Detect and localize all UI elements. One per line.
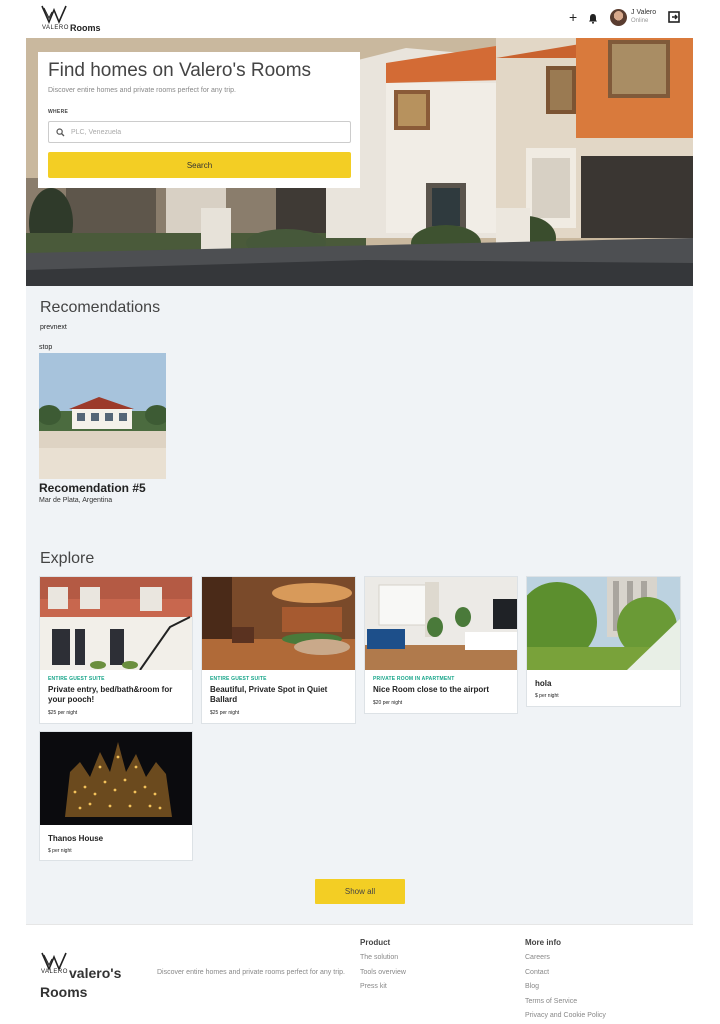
- recommendation-location: Mar de Plata, Argentina: [39, 497, 113, 504]
- listing-card[interactable]: ENTIRE GUEST SUITE Private entry, bed/ba…: [39, 576, 193, 724]
- listing-image[interactable]: [527, 577, 680, 670]
- listing-type: PRIVATE ROOM IN APARTMENT: [373, 676, 455, 682]
- hero-banner: Find homes on Valero's Rooms Discover en…: [26, 38, 693, 286]
- footer-link[interactable]: Terms of Service: [525, 995, 606, 1010]
- top-header: VALERO Rooms + J Valero Online: [0, 0, 720, 38]
- prev-button[interactable]: prev: [40, 324, 54, 331]
- listing-card[interactable]: ENTIRE GUEST SUITE Beautiful, Private Sp…: [201, 576, 356, 724]
- stop-button[interactable]: stop: [39, 344, 52, 351]
- footer-brand-line2: Rooms: [40, 984, 88, 1000]
- listing-image[interactable]: [40, 732, 192, 825]
- footer-more-column: More info Careers Contact Blog Terms of …: [525, 938, 606, 1024]
- listing-image[interactable]: [40, 577, 192, 670]
- footer-more-title: More info: [525, 938, 561, 947]
- where-label: WHERE: [48, 109, 69, 115]
- brand-rooms-text: Rooms: [70, 23, 101, 33]
- listing-price: $ per night: [535, 693, 559, 699]
- avatar[interactable]: [610, 9, 627, 26]
- main-content: Recomendations prevnext stop Recomendati…: [26, 286, 693, 924]
- search-card: Find homes on Valero's Rooms Discover en…: [38, 52, 360, 188]
- footer-description: Discover entire homes and private rooms …: [157, 969, 345, 976]
- footer-link[interactable]: The solution: [360, 951, 406, 966]
- carousel-controls: prevnext: [40, 324, 67, 331]
- next-button[interactable]: next: [54, 324, 67, 331]
- footer-link[interactable]: Blog: [525, 980, 606, 995]
- listing-price: $25 per night: [210, 710, 240, 716]
- footer-link[interactable]: Press kit: [360, 980, 406, 995]
- user-status: Online: [631, 18, 649, 24]
- footer-link[interactable]: Privacy and Cookie Policy: [525, 1009, 606, 1024]
- listing-image[interactable]: [202, 577, 355, 670]
- recommendations-title: Recomendations: [40, 299, 161, 316]
- listing-name[interactable]: Beautiful, Private Spot in Quiet Ballard: [210, 685, 350, 705]
- listing-name[interactable]: Nice Room close to the airport: [373, 685, 513, 695]
- user-info[interactable]: J Valero Online: [631, 9, 656, 25]
- search-button[interactable]: Search: [48, 152, 351, 178]
- footer-link[interactable]: Careers: [525, 951, 606, 966]
- footer: VALERO valero's Rooms Discover entire ho…: [26, 924, 693, 1024]
- logo-mark-icon: [41, 5, 67, 25]
- exit-icon[interactable]: [668, 10, 681, 28]
- search-icon: [56, 128, 65, 137]
- recommendation-image[interactable]: [39, 353, 166, 479]
- show-all-button[interactable]: Show all: [315, 879, 405, 904]
- brand-logo[interactable]: VALERO Rooms: [40, 4, 101, 34]
- listing-type: ENTIRE GUEST SUITE: [48, 676, 105, 682]
- listing-price: $25 per night: [48, 710, 78, 716]
- bell-icon[interactable]: [588, 11, 598, 29]
- footer-product-column: Product The solution Tools overview Pres…: [360, 938, 406, 995]
- recommendation-title[interactable]: Recomendation #5: [39, 481, 146, 495]
- listing-price: $20 per night: [373, 700, 403, 706]
- hero-subtitle: Discover entire homes and private rooms …: [48, 87, 236, 94]
- plus-icon[interactable]: +: [569, 9, 577, 25]
- listing-name[interactable]: Private entry, bed/bath&room for your po…: [48, 685, 188, 705]
- listing-name[interactable]: hola: [535, 679, 675, 689]
- footer-link[interactable]: Tools overview: [360, 966, 406, 981]
- listing-card[interactable]: hola $ per night: [526, 576, 681, 707]
- footer-brand-small: VALERO: [41, 969, 68, 975]
- footer-link[interactable]: Contact: [525, 966, 606, 981]
- search-field[interactable]: [48, 121, 351, 143]
- footer-product-title: Product: [360, 938, 391, 947]
- listing-card[interactable]: PRIVATE ROOM IN APARTMENT Nice Room clos…: [364, 576, 518, 714]
- hero-title: Find homes on Valero's Rooms: [48, 60, 312, 81]
- listing-price: $ per night: [48, 848, 72, 854]
- listing-type: ENTIRE GUEST SUITE: [210, 676, 267, 682]
- listing-name[interactable]: Thanos House: [48, 834, 188, 844]
- footer-brand-line1: valero's: [69, 965, 122, 981]
- listing-image[interactable]: [365, 577, 517, 670]
- user-name: J Valero: [631, 9, 657, 16]
- brand-small-text: VALERO: [42, 25, 69, 31]
- footer-logo[interactable]: VALERO valero's Rooms: [40, 951, 140, 1001]
- explore-title: Explore: [40, 550, 95, 567]
- listing-card[interactable]: Thanos House $ per night: [39, 731, 193, 861]
- search-input[interactable]: [71, 125, 341, 140]
